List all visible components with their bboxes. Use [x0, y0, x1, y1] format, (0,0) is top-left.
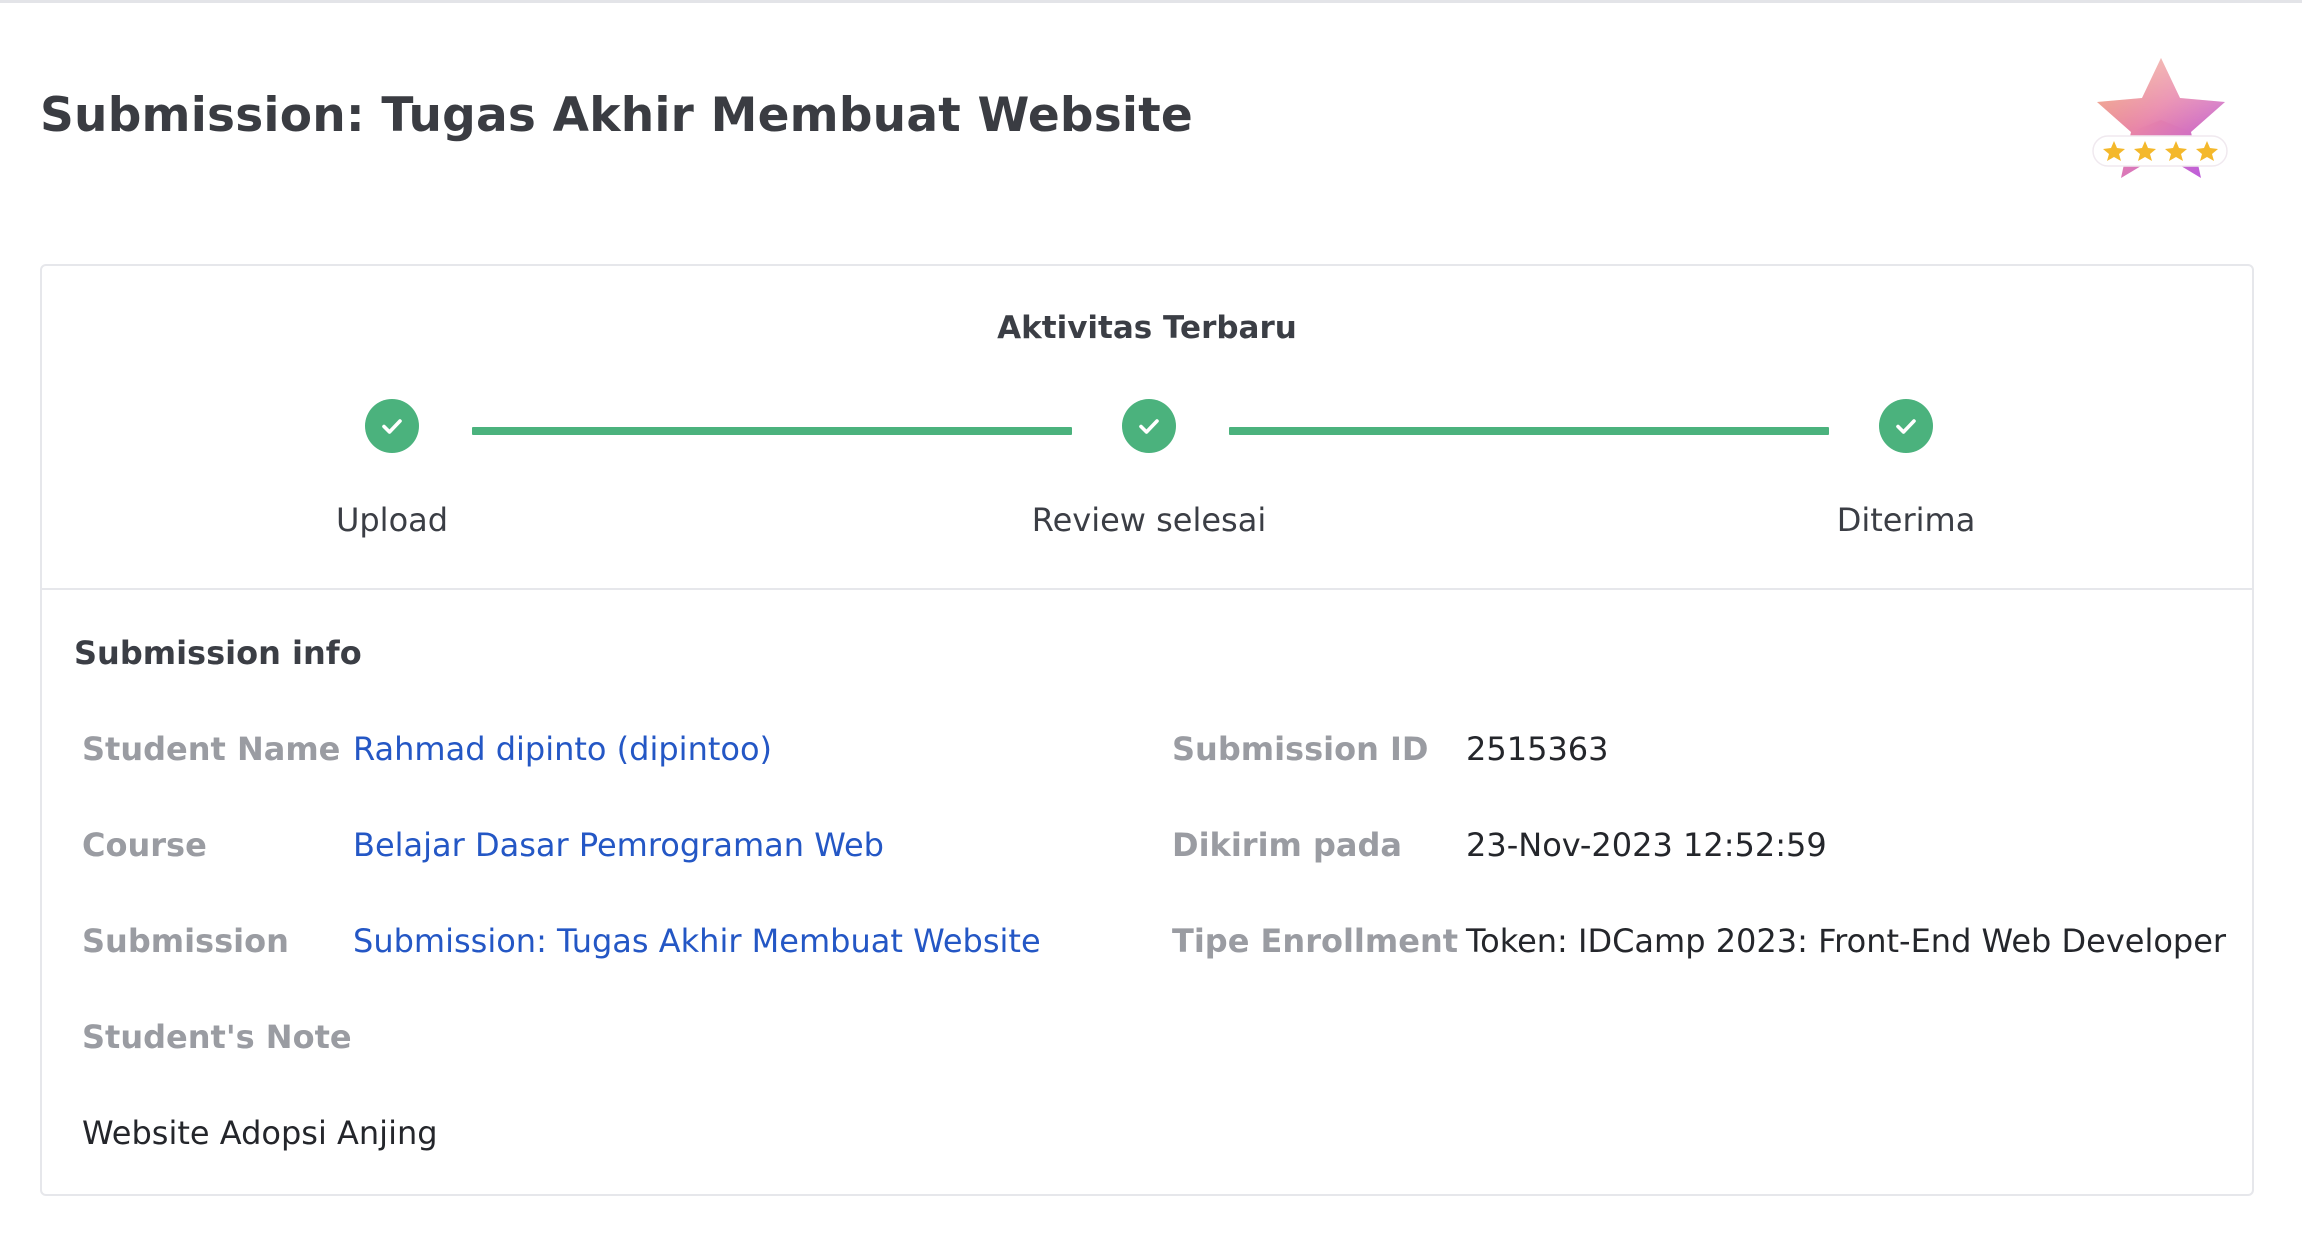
- progress-connector: [472, 427, 1072, 435]
- step-label-review: Review selesai: [1031, 501, 1267, 539]
- enrollment-type-value: Token: IDCamp 2023: Front-End Web Develo…: [1466, 922, 2227, 960]
- students-note-value: Website Adopsi Anjing: [82, 1114, 438, 1152]
- course-label: Course: [82, 826, 207, 864]
- step-label-accepted: Diterima: [1836, 501, 1976, 539]
- students-note-label: Student's Note: [82, 1018, 352, 1056]
- submission-info-title: Submission info: [74, 634, 362, 672]
- activity-title: Aktivitas Terbaru: [997, 310, 1297, 346]
- sent-at-label: Dikirim pada: [1172, 826, 1403, 864]
- step-label-upload: Upload: [335, 501, 449, 539]
- step-upload-check-icon: [365, 399, 419, 453]
- step-review-check-icon: [1122, 399, 1176, 453]
- page-title: Submission: Tugas Akhir Membuat Website: [40, 88, 1193, 143]
- submission-card: Aktivitas Terbaru Upload Review selesai …: [40, 264, 2254, 1196]
- student-name-link[interactable]: Rahmad dipinto (dipintoo): [353, 730, 772, 768]
- student-name-label: Student Name: [82, 730, 341, 768]
- star-rating-badge-icon: [2085, 50, 2235, 190]
- submission-label: Submission: [82, 922, 289, 960]
- sent-at-value: 23-Nov-2023 12:52:59: [1466, 826, 1827, 864]
- course-link[interactable]: Belajar Dasar Pemrograman Web: [353, 826, 884, 864]
- submission-link[interactable]: Submission: Tugas Akhir Membuat Website: [353, 922, 1041, 960]
- progress-connector: [1229, 427, 1829, 435]
- top-divider: [0, 0, 2302, 3]
- step-accepted-check-icon: [1879, 399, 1933, 453]
- enrollment-type-label: Tipe Enrollment: [1172, 922, 1459, 960]
- section-divider: [42, 588, 2252, 590]
- submission-id-label: Submission ID: [1172, 730, 1429, 768]
- submission-id-value: 2515363: [1466, 730, 1609, 768]
